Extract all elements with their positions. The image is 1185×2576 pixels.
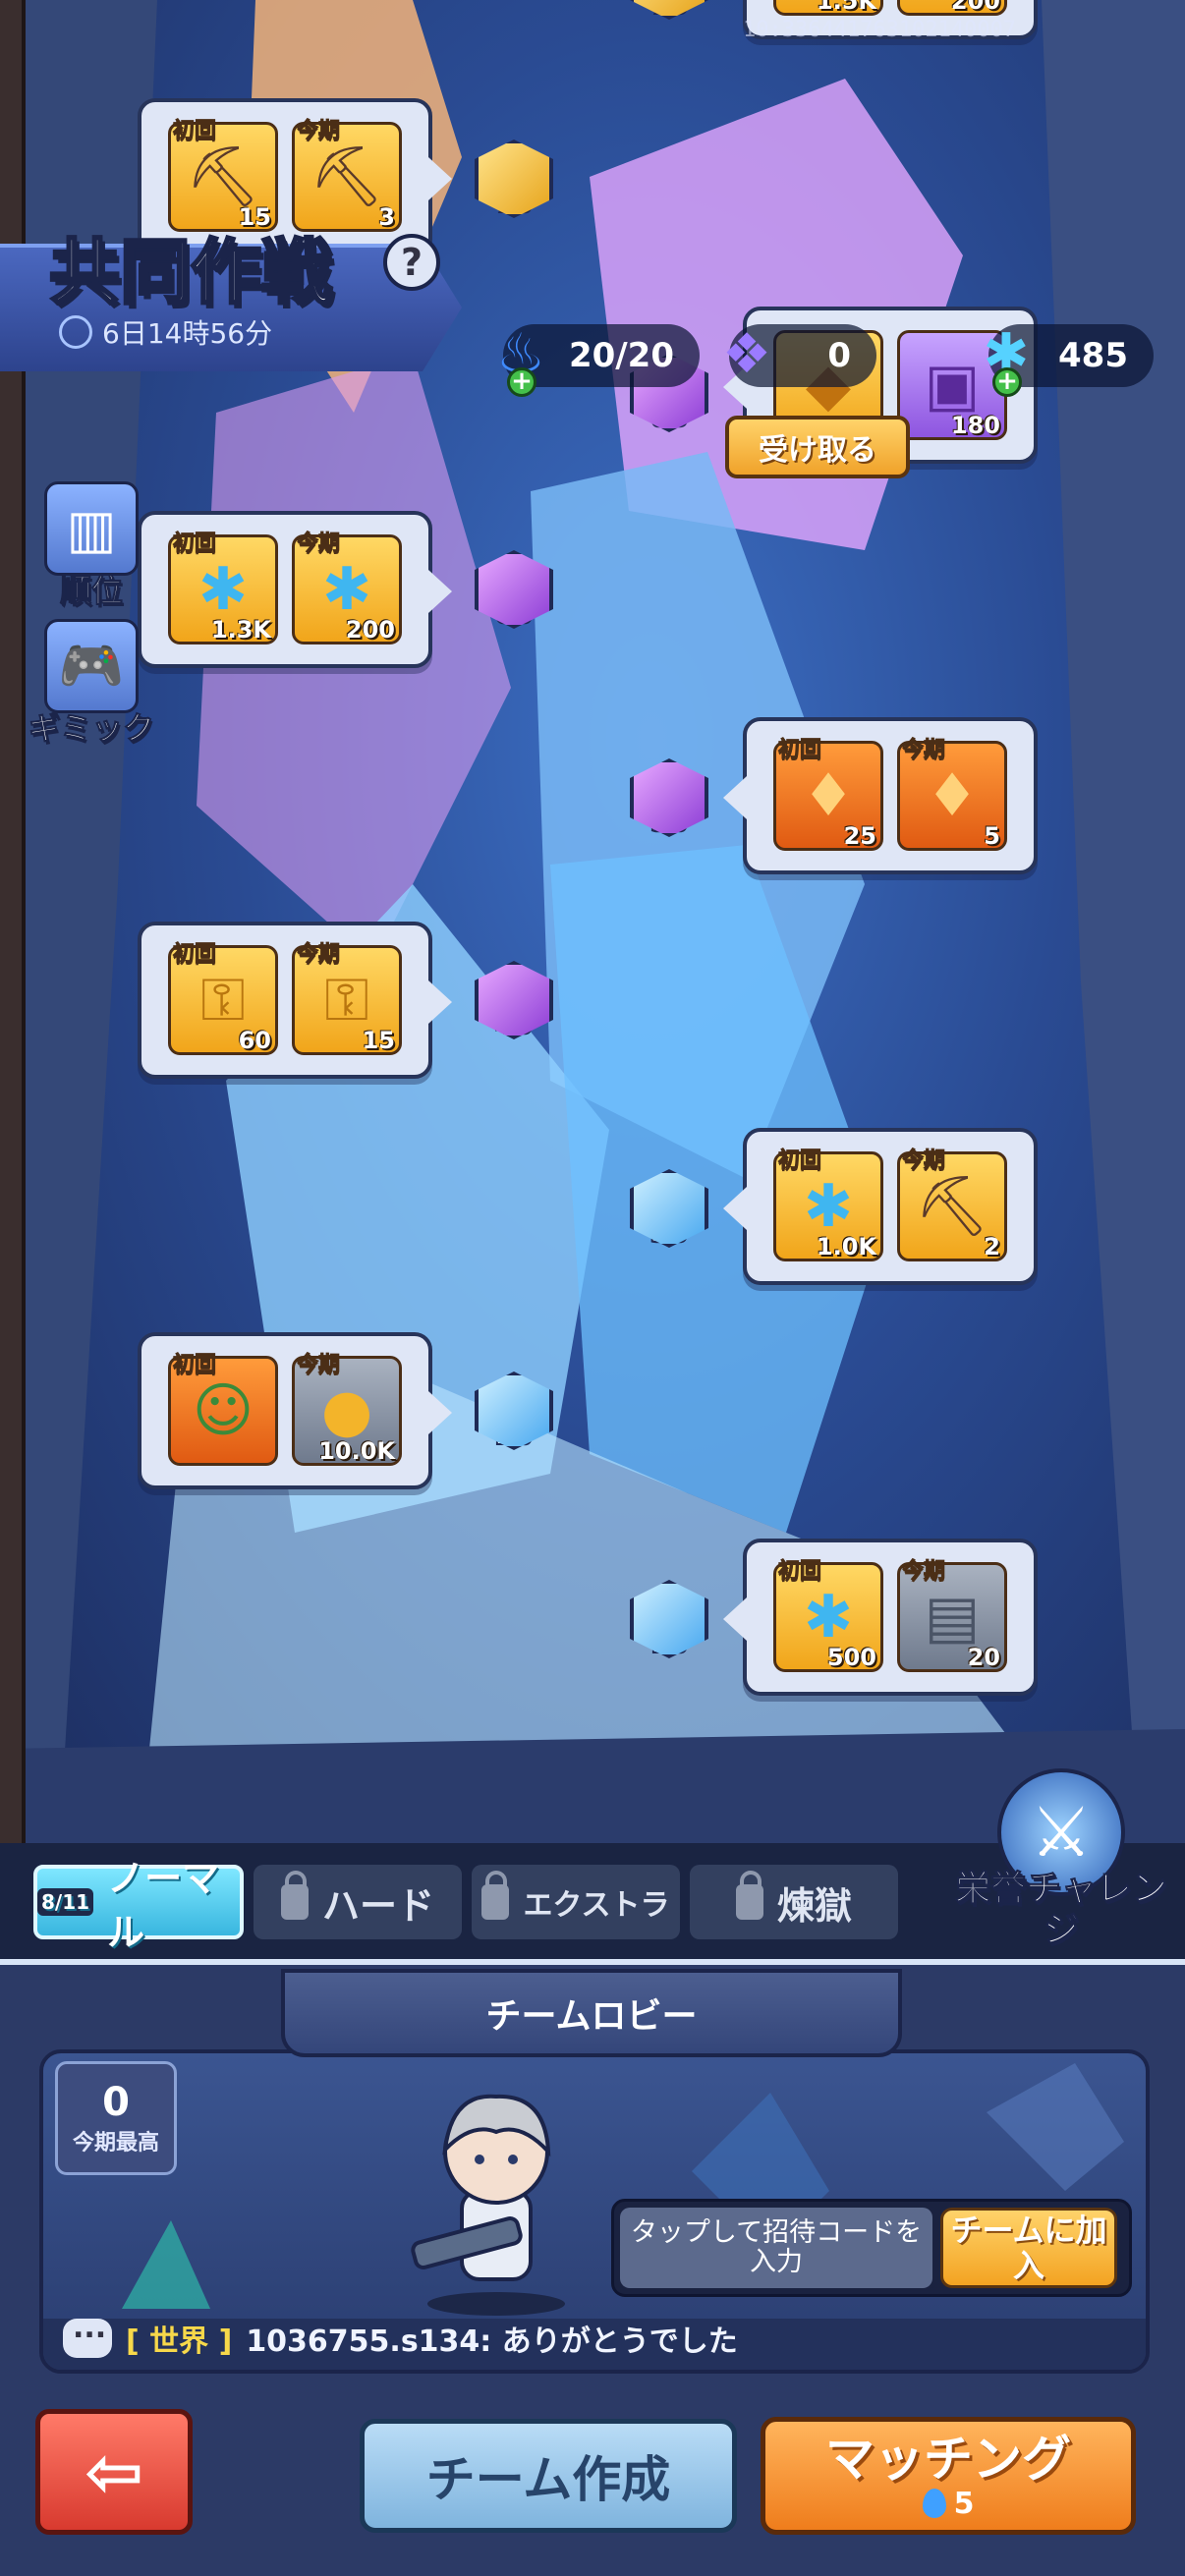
purple-cube-icon (630, 758, 708, 837)
tab-hard[interactable]: ハード (254, 1865, 462, 1939)
gamepad-icon: 🎮 (44, 619, 139, 713)
season-best-box: 0 今期最高 (55, 2061, 177, 2175)
gold-cube-icon (475, 140, 553, 218)
gold-key-icon: ⚿ (324, 966, 369, 1035)
help-button[interactable]: ? (383, 234, 440, 291)
blue-star-counter[interactable]: ✱ + 485 (984, 322, 1154, 397)
blue-cube-icon (475, 1372, 553, 1450)
blue-star-crystal-icon: ✱ (321, 555, 372, 624)
stage-node-40[interactable]: 40 (470, 961, 558, 1059)
honor-challenge-button[interactable]: ⚔ 栄誉チャレンジ (953, 1768, 1169, 1965)
chat-channel: [ 世界 ] (126, 2324, 233, 2359)
blue-cube-icon (630, 1580, 708, 1658)
lock-icon (735, 1871, 763, 1920)
stage-node-60[interactable]: 60 (470, 550, 558, 648)
blue-star-crystal-icon: ✱ (803, 1172, 854, 1241)
lobby-title: チームロビー (281, 1969, 902, 2057)
pickaxe-icon: ⛏ (185, 142, 261, 211)
reward-slot-first: 初回 ✱ 1.0K (773, 1149, 883, 1261)
stage-node-20[interactable]: 20 (470, 1372, 558, 1470)
reward-slot-first: 初回 ♦ 25 (773, 739, 883, 851)
chat-icon (63, 2311, 112, 2358)
world-chat[interactable]: [ 世界 ] 1036755.s134: ありがとうでした (63, 2311, 738, 2360)
player-id-watermark: 10:336441763102140007 (743, 18, 1017, 42)
hero-character (411, 2094, 565, 2316)
blue-star-crystal-icon: ✱ + (983, 321, 1030, 397)
claim-button[interactable]: 受け取る (725, 416, 910, 478)
reward-slot-period: 今期 ✱ 200 (292, 532, 402, 644)
stopwatch-icon (59, 315, 92, 349)
podium-icon: ▥ (44, 481, 139, 576)
reward-slot-period: 今期 ♦ 5 (897, 739, 1007, 851)
gold-key-icon: ⚿ (200, 966, 246, 1035)
tab-purgatory[interactable]: 煉獄 (690, 1865, 898, 1939)
reward-slot-period: 今期 ● 10.0K (292, 1354, 402, 1466)
reward-slot-first: ✦1.5K (773, 0, 883, 16)
join-team-button[interactable]: チームに加入 (940, 2208, 1117, 2288)
reward-bubble-20[interactable]: 初回 ☺ 今期 ● 10.0K (138, 1332, 452, 1489)
gold-cube-icon (630, 0, 708, 20)
add-stamina-icon[interactable]: + (507, 367, 536, 397)
orange-crystal-icon: ♦ (802, 761, 855, 830)
rainbow-crystal-icon: ❖ (721, 321, 772, 386)
reward-slot-period: 今期 ▤ 20 (897, 1560, 1007, 1672)
purple-cube-icon (475, 961, 553, 1039)
silver-chest-icon: ▤ (924, 1583, 981, 1652)
invite-box: タップして招待コードを入力 チームに加入 (611, 2199, 1132, 2297)
blue-star-crystal-icon: ✱ (198, 555, 249, 624)
create-team-button[interactable]: チーム作成 (360, 2419, 737, 2533)
stage-node-30[interactable]: 30 (625, 1169, 713, 1267)
add-blue-star-icon[interactable]: + (992, 367, 1022, 397)
event-title: 共同作戦 (47, 230, 333, 315)
reward-slot-first: 初回 ✱ 500 (773, 1560, 883, 1672)
gold-coin-icon: ● (320, 1376, 373, 1445)
reward-bubble-30[interactable]: 初回 ✱ 1.0K 今期 ⛏ 2 (723, 1128, 1038, 1285)
blue-flame-icon: ♨ + (495, 321, 546, 397)
reward-slot-first: 初回 ⚿ 60 (168, 943, 278, 1055)
lock-icon (280, 1871, 309, 1920)
tab-extra[interactable]: エクストラ (472, 1865, 680, 1939)
blue-star-crystal-icon: ✱ (803, 1583, 854, 1652)
rank-button[interactable]: ▥ 順位 (28, 481, 155, 611)
hero-portrait-icon: ☺ (192, 1376, 254, 1445)
chat-message: 1036755.s134: ありがとうでした (246, 2324, 738, 2359)
blue-cube-icon (630, 1169, 708, 1248)
reward-slot-first: 初回 ✱ 1.3K (168, 532, 278, 644)
pickaxe-icon: ⛏ (914, 1172, 990, 1241)
crystal-counter[interactable]: ❖ 0 (722, 322, 876, 387)
tab-normal[interactable]: 8/11 ノーマル (33, 1857, 244, 1954)
matching-button[interactable]: マッチング 5 (761, 2417, 1136, 2535)
reward-slot-period: ✦200 (897, 0, 1007, 16)
reward-bubble-50[interactable]: 初回 ♦ 25 今期 ♦ 5 (723, 717, 1038, 874)
purple-cube-icon (475, 550, 553, 629)
back-button[interactable]: ⇦ (35, 2409, 193, 2535)
reward-slot-period: 今期 ⚿ 15 (292, 943, 402, 1055)
gimmick-button[interactable]: 🎮 ギミック (28, 619, 155, 749)
stamina-counter[interactable]: ♨ + 20/20 (496, 322, 700, 397)
event-timer: 6日14時56分 (59, 312, 272, 352)
reward-bubble-40[interactable]: 初回 ⚿ 60 今期 ⚿ 15 (138, 922, 452, 1079)
invite-code-input[interactable]: タップして招待コードを入力 (620, 2208, 932, 2288)
exit-arrow-icon: ⇦ (84, 2431, 144, 2513)
pickaxe-icon: ⛏ (309, 142, 385, 211)
reward-slot-period: 今期 ⛏ 2 (897, 1149, 1007, 1261)
blue-flame-icon (922, 2489, 946, 2518)
reward-bubble-10[interactable]: 初回 ✱ 500 今期 ▤ 20 (723, 1539, 1038, 1696)
stage-node-10[interactable]: 10 (625, 1580, 713, 1678)
orange-crystal-icon: ♦ (926, 761, 979, 830)
lock-icon (481, 1871, 510, 1920)
reward-bubble-60[interactable]: 初回 ✱ 1.3K 今期 ✱ 200 (138, 511, 452, 668)
matching-cost: 5 (922, 2487, 974, 2521)
reward-slot-first: 初回 ☺ (168, 1354, 278, 1466)
stage-node-70[interactable]: 70 (470, 140, 558, 238)
stage-node-50[interactable]: 50 (625, 758, 713, 857)
timer-text: 6日14時56分 (102, 317, 273, 350)
progress-badge: 8/11 (37, 1888, 94, 1916)
stage-node-73[interactable]: 73 (625, 0, 713, 39)
